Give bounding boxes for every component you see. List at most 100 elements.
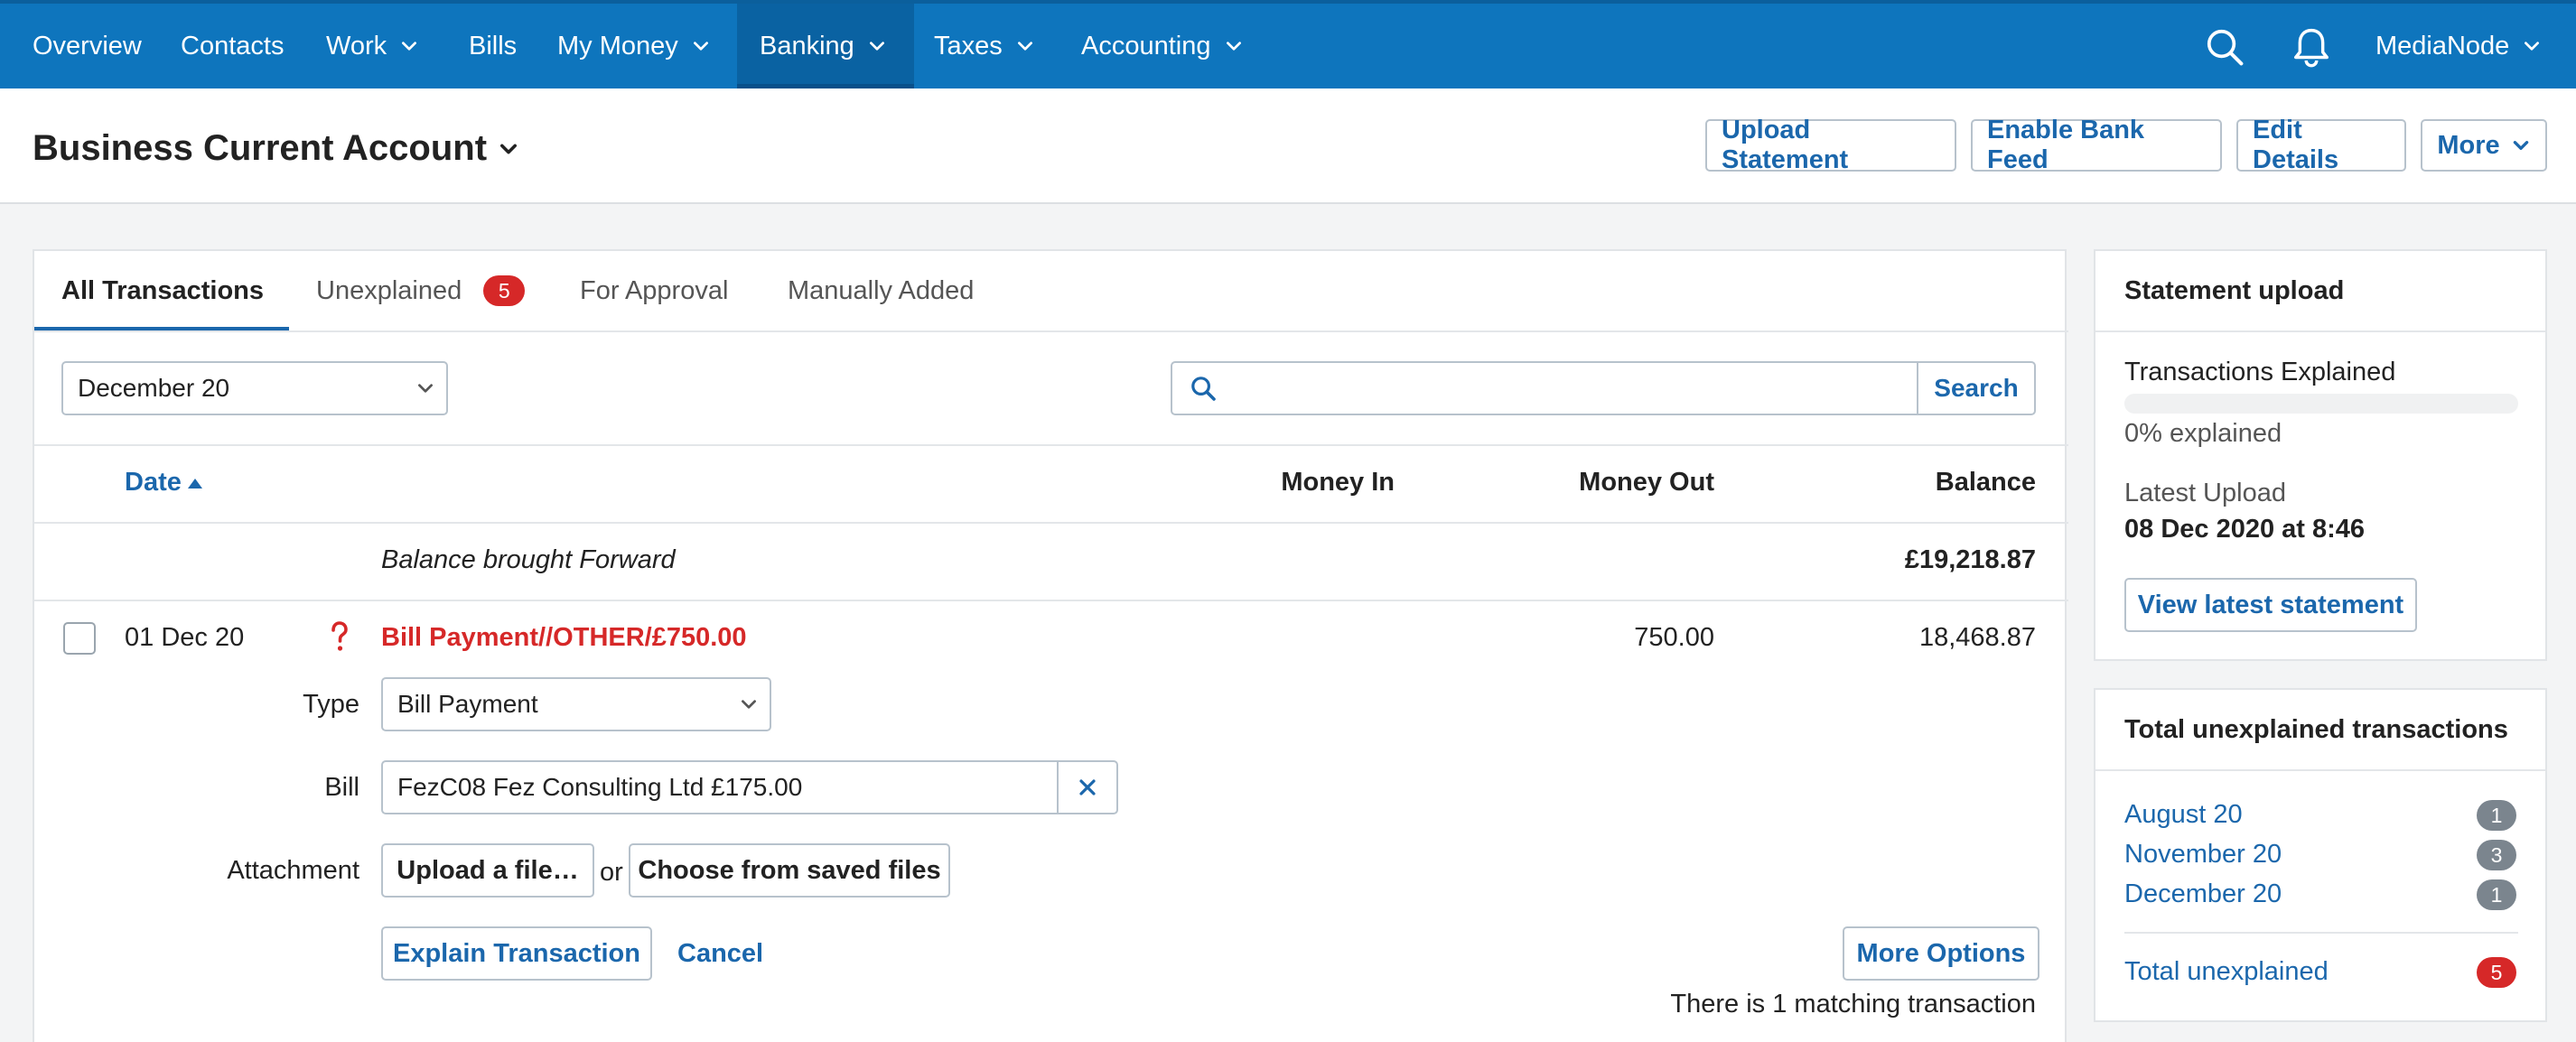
view-latest-statement-button[interactable]: View latest statement: [2124, 578, 2417, 632]
nav-item-label: Contacts: [181, 31, 285, 60]
nav-item-label: Bills: [469, 31, 518, 60]
tabs-divider: [34, 330, 2068, 332]
tab-manually-added[interactable]: Manually Added: [788, 251, 974, 330]
header-divider: [34, 522, 2068, 524]
nav-item-bills[interactable]: Bills: [469, 4, 517, 88]
bill-label: Bill: [324, 773, 359, 802]
page-header: Business Current Account Upload Statemen…: [0, 88, 2576, 204]
bill-field[interactable]: FezC08 Fez Consulting Ltd £175.00: [381, 760, 1059, 814]
nav-item-label: Taxes: [934, 31, 1003, 60]
brought-forward-label: Balance brought Forward: [381, 545, 676, 574]
search-icon: [1191, 377, 1216, 401]
unexplained-transactions-card: Total unexplained transactions August 20…: [2094, 688, 2547, 1022]
upload-file-button[interactable]: Upload a file…: [381, 843, 594, 898]
chevron-down-icon: [418, 384, 433, 393]
more-button[interactable]: More: [2421, 119, 2547, 172]
matching-transactions-text: There is 1 matching transaction: [1670, 990, 2036, 1019]
filters-divider: [34, 444, 2068, 446]
nav-item-banking[interactable]: Banking: [737, 4, 914, 88]
transaction-money-out: 750.00: [1634, 623, 1714, 652]
unexplained-count-badge: 5: [483, 275, 526, 306]
nav-item-overview[interactable]: Overview: [33, 4, 142, 88]
search-button[interactable]: Search: [1917, 363, 2034, 414]
month-count-badge: 1: [2477, 800, 2516, 831]
upload-statement-button[interactable]: Upload Statement: [1705, 116, 1956, 174]
latest-upload-label: Latest Upload: [2124, 479, 2286, 507]
cancel-button[interactable]: Cancel: [677, 939, 763, 969]
account-menu[interactable]: MediaNode: [2375, 4, 2542, 88]
nav-item-contacts[interactable]: Contacts: [181, 4, 284, 88]
unexplained-month-link[interactable]: August 20: [2124, 800, 2243, 830]
nav-item-label: Overview: [33, 31, 142, 60]
nav-item-taxes[interactable]: Taxes: [934, 4, 1035, 88]
nav-item-accounting[interactable]: Accounting: [1081, 4, 1244, 88]
transaction-description[interactable]: Bill Payment//OTHER/£750.00: [381, 623, 747, 653]
chevron-down-icon: [2525, 42, 2540, 51]
month-count-badge: 3: [2477, 840, 2516, 870]
question-mark-icon: [331, 621, 348, 651]
transaction-checkbox[interactable]: [63, 622, 96, 655]
chevron-down-icon: [869, 42, 884, 51]
explained-label: Transactions Explained: [2124, 358, 2396, 386]
chevron-down-icon: [1017, 42, 1032, 51]
card-title: Statement upload: [2124, 276, 2345, 305]
account-name: MediaNode: [2375, 31, 2510, 60]
money-in-header: Money In: [1281, 468, 1395, 497]
or-text: or: [600, 858, 623, 887]
nav-item-label: Banking: [760, 31, 854, 60]
type-label: Type: [303, 690, 359, 719]
period-select[interactable]: December 20: [61, 361, 448, 415]
enable-bank-feed-button[interactable]: Enable Bank Feed: [1971, 116, 2222, 174]
choose-saved-files-button[interactable]: Choose from saved files: [629, 843, 950, 898]
statement-upload-card: Statement upload Transactions Explained …: [2094, 249, 2547, 661]
tab-label: All Transactions: [61, 275, 265, 305]
more-options-button[interactable]: More Options: [1843, 926, 2039, 981]
nav-item-label: Accounting: [1081, 31, 1211, 60]
transaction-search: Search: [1171, 361, 2036, 415]
card-divider: [2095, 330, 2545, 332]
transactions-panel: All Transactions Unexplained 5 For Appro…: [33, 249, 2068, 1042]
chevron-down-icon: [500, 144, 518, 154]
search-input[interactable]: [1227, 363, 1922, 414]
total-unexplained-link[interactable]: Total unexplained: [2124, 957, 2329, 987]
chevron-down-icon: [2513, 141, 2528, 150]
search-icon[interactable]: [2204, 26, 2245, 68]
unexplained-month-link[interactable]: November 20: [2124, 840, 2282, 870]
period-value: December 20: [78, 374, 230, 402]
tab-for-approval[interactable]: For Approval: [580, 251, 728, 330]
card-title: Total unexplained transactions: [2124, 715, 2508, 744]
page-title: Business Current Account: [33, 128, 488, 168]
tab-all-transactions[interactable]: All Transactions: [34, 251, 289, 332]
total-unexplained-badge: 5: [2477, 957, 2516, 988]
account-selector[interactable]: Business Current Account: [33, 128, 519, 169]
latest-upload-value: 08 Dec 2020 at 8:46: [2124, 515, 2366, 544]
date-column-header[interactable]: Date: [125, 468, 203, 498]
date-header-label: Date: [125, 468, 182, 497]
nav-item-work[interactable]: Work: [326, 4, 419, 88]
money-out-header: Money Out: [1579, 468, 1714, 497]
explain-transaction-button[interactable]: Explain Transaction: [381, 926, 652, 981]
nav-item-label: Work: [326, 31, 387, 60]
brought-forward-balance: £19,218.87: [1904, 545, 2036, 574]
nav-item-my-money[interactable]: My Money: [557, 4, 711, 88]
balance-header: Balance: [1935, 468, 2036, 497]
unexplained-month-link[interactable]: December 20: [2124, 879, 2282, 909]
close-icon: [1079, 779, 1096, 795]
edit-details-button[interactable]: Edit Details: [2236, 116, 2406, 174]
top-navigation: Overview Contacts Work Bills My Money Ba…: [0, 4, 2576, 88]
tab-unexplained[interactable]: Unexplained 5: [316, 251, 526, 330]
chevron-down-icon: [1226, 42, 1241, 51]
row-divider: [34, 600, 2068, 601]
type-select[interactable]: Bill Payment: [381, 677, 771, 731]
transaction-balance: 18,468.87: [1918, 623, 2036, 652]
explained-progress-bar: [2124, 394, 2518, 414]
tab-label: Manually Added: [788, 275, 975, 305]
clear-bill-button[interactable]: [1057, 760, 1118, 814]
transaction-date: 01 Dec 20: [125, 623, 245, 652]
bill-value: FezC08 Fez Consulting Ltd £175.00: [397, 773, 803, 801]
bell-icon[interactable]: [2291, 26, 2332, 68]
chevron-down-icon: [693, 42, 708, 51]
explained-percent: 0% explained: [2124, 419, 2282, 448]
month-count-badge: 1: [2477, 879, 2516, 910]
total-divider: [2124, 932, 2518, 934]
